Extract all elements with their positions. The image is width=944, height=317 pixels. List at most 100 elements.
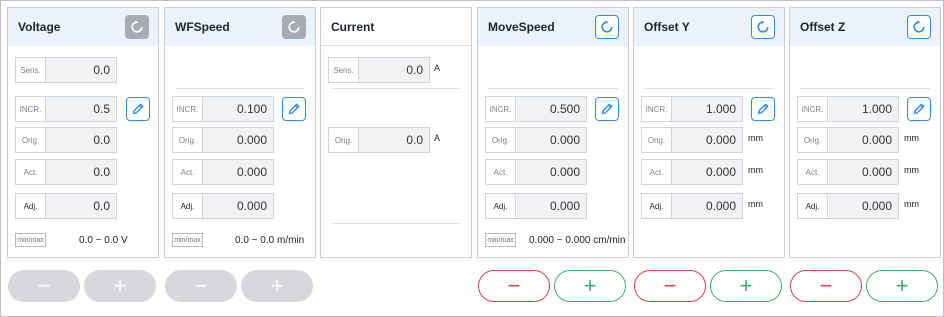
offset-z-reset-button[interactable] [907,15,931,39]
current-orig-unit: A [434,133,441,143]
pencil-icon [757,103,769,115]
pencil-icon [132,103,144,115]
offset-y-act-value: 0.000 [671,159,743,185]
offset-y-orig-value: 0.000 [671,127,743,153]
wfspeed-title: WFSpeed [175,20,230,34]
divider [175,88,305,89]
offset-y-adj-value: 0.000 [671,193,743,219]
movespeed-range: 0.000 ~ 0.000 cm/min [529,235,626,246]
orig-label: Orig. [328,127,359,153]
wfspeed-reset-button[interactable] [282,15,306,39]
plus-icon: + [270,273,284,298]
reset-icon [288,20,300,33]
voltage-orig-value: 0.0 [45,127,117,153]
offset-y-decrease-button[interactable]: − [634,270,706,302]
minus-icon: − [37,273,51,298]
offset-y-orig-unit: mm [748,133,763,143]
reset-icon [601,20,613,33]
offset-z-adj-value: 0.000 [827,193,899,219]
voltage-sens-value: 0.0 [45,57,117,83]
reset-icon [913,20,925,33]
plus-icon: + [113,273,127,298]
wfspeed-increase-button[interactable]: + [241,270,313,302]
minmax-label: min/max [172,233,203,247]
voltage-incr-value: 0.5 [45,96,117,122]
orig-label: Orig. [485,127,516,153]
movespeed-reset-button[interactable] [595,15,619,39]
divider [644,88,774,89]
offset-y-reset-button[interactable] [751,15,775,39]
minus-icon: − [819,273,833,298]
divider [800,88,930,89]
current-header: Current [321,8,471,46]
offset-y-incr-value: 1.000 [671,96,743,122]
sens-label: Sens. [15,57,46,83]
voltage-reset-button[interactable] [125,15,149,39]
adj-label: Adj. [641,193,672,219]
movespeed-increase-button[interactable]: + [554,270,626,302]
incr-label: INCR. [641,96,672,122]
pencil-icon [288,103,300,115]
voltage-edit-button[interactable] [126,97,150,121]
minmax-label: min/max [15,233,46,247]
offset-z-header: Offset Z [790,8,940,46]
voltage-adj-value: 0.0 [45,193,117,219]
wfspeed-header: WFSpeed [165,8,315,46]
movespeed-title: MoveSpeed [488,20,555,34]
voltage-increase-button[interactable]: + [84,270,156,302]
pencil-icon [601,103,613,115]
divider [488,88,618,89]
reset-icon [757,20,769,33]
movespeed-orig-value: 0.000 [515,127,587,153]
movespeed-edit-button[interactable] [595,97,619,121]
offset-z-orig-unit: mm [904,133,919,143]
orig-label: Orig. [641,127,672,153]
adj-label: Adj. [15,193,46,219]
plus-icon: + [895,273,909,298]
voltage-header: Voltage [8,8,158,46]
adj-label: Adj. [172,193,203,219]
orig-label: Orig. [15,127,46,153]
offset-z-act-unit: mm [904,165,919,175]
offset-z-incr-value: 1.000 [827,96,899,122]
wfspeed-panel: WFSpeed INCR. 0.100 Orig. 0.000 Act. 0.0… [164,7,316,258]
minmax-label: min/max [485,233,516,247]
voltage-range: 0.0 ~ 0.0 V [79,235,128,246]
voltage-decrease-button[interactable]: − [8,270,80,302]
wfspeed-adj-value: 0.000 [202,193,274,219]
orig-label: Orig. [797,127,828,153]
offset-y-increase-button[interactable]: + [710,270,782,302]
current-panel: Current Sens. 0.0 A Orig. 0.0 A [320,7,472,258]
movespeed-decrease-button[interactable]: − [478,270,550,302]
offset-z-decrease-button[interactable]: − [790,270,862,302]
offset-y-edit-button[interactable] [751,97,775,121]
incr-label: INCR. [797,96,828,122]
wfspeed-range: 0.0 ~ 0.0 m/min [235,235,305,246]
plus-icon: + [583,273,597,298]
wfspeed-decrease-button[interactable]: − [165,270,237,302]
movespeed-incr-value: 0.500 [515,96,587,122]
offset-z-edit-button[interactable] [907,97,931,121]
current-sens-unit: A [434,63,441,73]
offset-z-increase-button[interactable]: + [866,270,938,302]
adj-label: Adj. [797,193,828,219]
movespeed-adj-value: 0.000 [515,193,587,219]
minus-icon: − [194,273,208,298]
offset-z-adj-unit: mm [904,199,919,209]
incr-label: INCR. [15,96,46,122]
movespeed-act-value: 0.000 [515,159,587,185]
act-label: Act. [797,159,828,185]
act-label: Act. [172,159,203,185]
minus-icon: − [507,273,521,298]
offset-z-panel: Offset Z INCR. 1.000 Orig. 0.000 mm Act.… [789,7,941,258]
orig-label: Orig. [172,127,203,153]
minus-icon: − [663,273,677,298]
voltage-title: Voltage [18,20,61,34]
wfspeed-edit-button[interactable] [282,97,306,121]
wfspeed-incr-value: 0.100 [202,96,274,122]
voltage-panel: Voltage Sens. 0.0 INCR. 0.5 Orig. 0.0 Ac… [7,7,159,258]
offset-z-orig-value: 0.000 [827,127,899,153]
pencil-icon [913,103,925,115]
offset-y-title: Offset Y [644,20,690,34]
act-label: Act. [15,159,46,185]
